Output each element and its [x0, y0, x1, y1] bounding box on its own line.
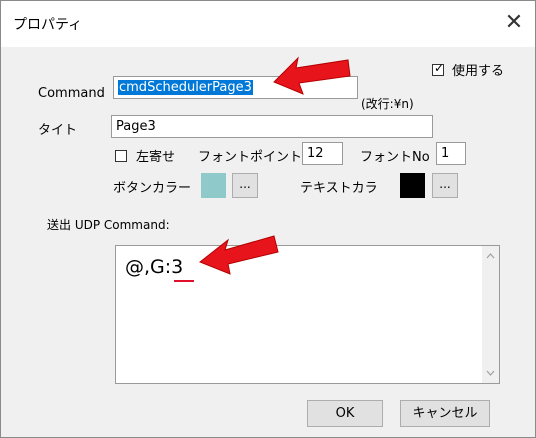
check-mark-icon: ✓	[434, 61, 445, 75]
udp-command-textarea[interactable]: @,G:3	[115, 245, 500, 384]
button-color-label: ボタンカラー	[113, 181, 192, 196]
text-color-browse-button[interactable]: ...	[432, 173, 458, 198]
left-align-label: 左寄せ	[136, 150, 176, 165]
text-color-swatch[interactable]	[400, 173, 425, 198]
chevron-down-icon[interactable]	[482, 364, 499, 381]
spellcheck-underline	[174, 280, 194, 282]
newline-hint: (改行:¥n)	[361, 97, 414, 111]
font-no-value: 1	[441, 146, 450, 161]
text-color-label: テキストカラ	[300, 181, 378, 196]
command-value: cmdSchedulerPage3	[118, 80, 253, 95]
title-value: Page3	[116, 119, 156, 134]
font-point-value: 12	[307, 146, 324, 161]
window-title: プロパティ	[13, 17, 83, 33]
title-input[interactable]: Page3	[111, 115, 433, 138]
vertical-scrollbar[interactable]	[482, 246, 499, 383]
command-input[interactable]: cmdSchedulerPage3	[113, 76, 358, 99]
command-label: Command	[38, 86, 105, 101]
ok-button[interactable]: OK	[307, 400, 383, 427]
use-checkbox-label: 使用する	[452, 64, 505, 79]
close-icon[interactable]: ✕	[503, 12, 525, 34]
font-point-label: フォントポイント	[198, 150, 303, 165]
chevron-up-icon[interactable]	[482, 248, 499, 265]
title-label: タイト	[38, 123, 78, 138]
left-align-checkbox[interactable]	[115, 150, 127, 162]
title-bar: プロパティ ✕	[1, 1, 535, 47]
udp-command-value: @,G:3	[125, 256, 184, 278]
font-point-input[interactable]: 12	[302, 142, 343, 165]
font-no-input[interactable]: 1	[436, 142, 466, 165]
button-color-swatch[interactable]	[201, 173, 226, 198]
udp-command-label: 送出 UDP Command:	[47, 218, 170, 232]
cancel-button[interactable]: キャンセル	[400, 400, 490, 427]
font-no-label: フォントNo	[360, 150, 430, 165]
properties-dialog: プロパティ ✕ ✓ 使用する Command cmdSchedulerPage3…	[0, 0, 536, 438]
use-checkbox[interactable]: ✓	[432, 61, 445, 76]
button-color-browse-button[interactable]: ...	[232, 173, 258, 198]
